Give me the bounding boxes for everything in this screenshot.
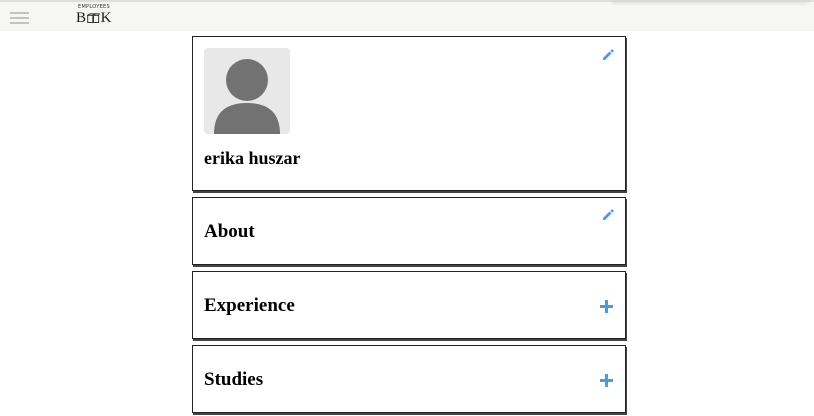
profile-card: erika huszar — [192, 36, 626, 191]
about-card: About — [192, 197, 626, 265]
about-title: About — [204, 221, 255, 242]
studies-card: Studies — [192, 345, 626, 413]
add-studies-plus-icon[interactable] — [599, 373, 614, 388]
studies-title: Studies — [204, 369, 264, 390]
default-avatar-icon — [204, 48, 290, 134]
logo-letter-b: B — [76, 10, 87, 26]
app-logo[interactable]: EMPLOYEES B K — [76, 4, 112, 30]
experience-card: Experience — [192, 271, 626, 339]
edit-about-pencil-icon[interactable] — [601, 208, 615, 222]
top-navbar: EMPLOYEES B K — [0, 0, 814, 31]
profile-name: erika huszar — [204, 148, 301, 168]
hamburger-menu-icon[interactable] — [10, 12, 29, 26]
edit-profile-pencil-icon[interactable] — [601, 48, 615, 62]
dropdown-edge — [612, 0, 808, 2]
experience-title: Experience — [204, 295, 295, 316]
logo-letter-k: K — [100, 10, 112, 26]
add-experience-plus-icon[interactable] — [599, 299, 614, 314]
logo-cube-icon — [87, 13, 101, 23]
